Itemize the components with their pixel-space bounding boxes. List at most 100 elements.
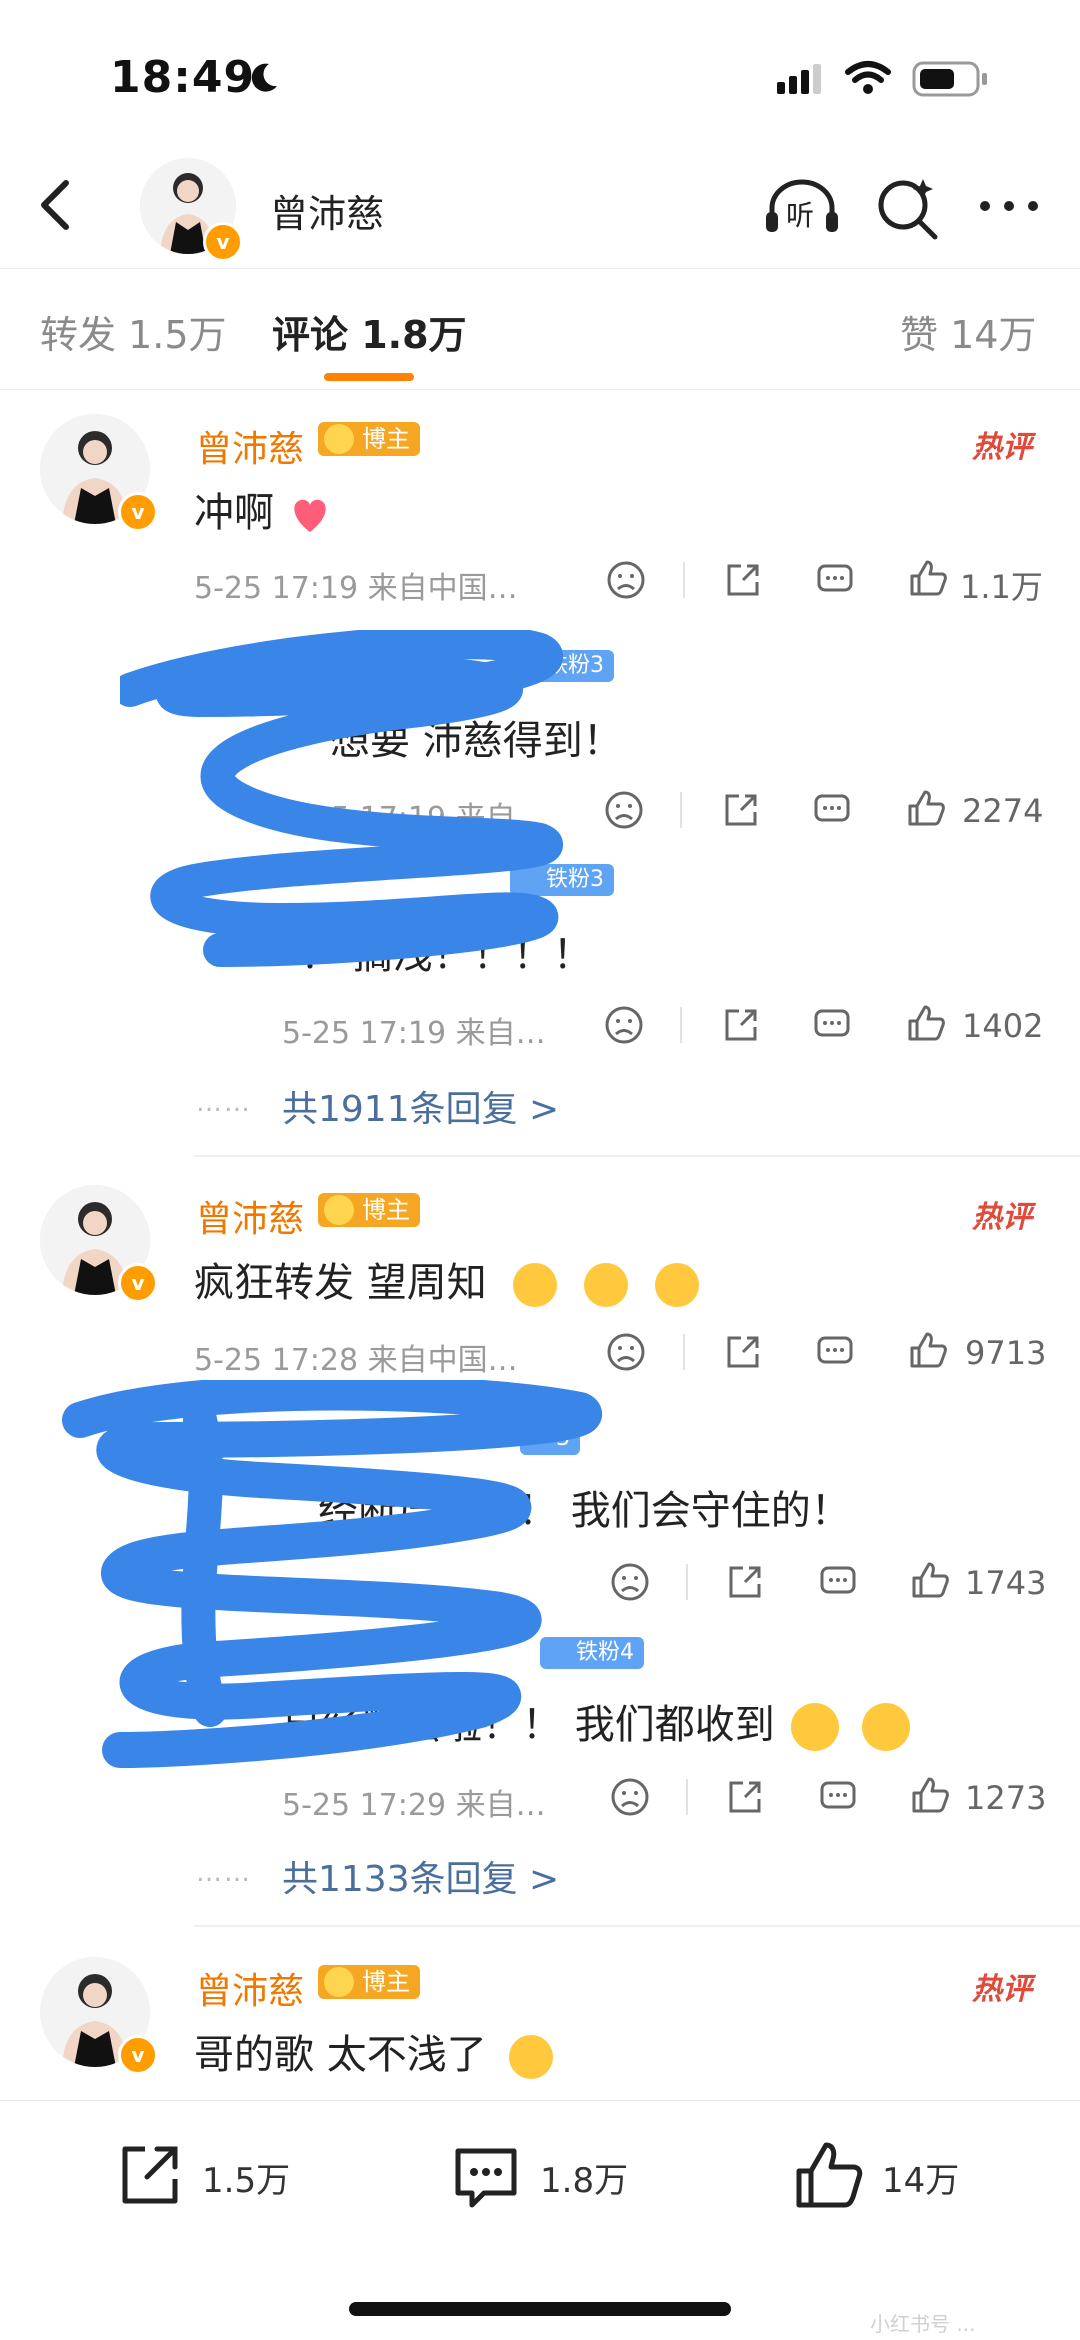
verified-badge: v	[118, 1263, 158, 1303]
share-icon[interactable]	[721, 790, 761, 830]
hug-emoji-icon	[654, 1263, 699, 1307]
comment-text: 疯狂转发 望周知	[194, 1250, 699, 1308]
like-icon[interactable]	[908, 558, 948, 598]
sweat-emoji-icon	[509, 2035, 554, 2079]
dislike-icon[interactable]	[610, 1777, 650, 1817]
reply-meta: 5-25 17:19 来自…	[282, 1016, 546, 1051]
search-icon[interactable]	[875, 175, 941, 241]
role-label: 博主	[362, 1968, 410, 1996]
comment-username[interactable]: 曾沛慈	[196, 1962, 304, 2014]
battery-icon	[912, 60, 990, 98]
back-icon[interactable]	[28, 175, 88, 235]
reply-icon[interactable]	[815, 1332, 855, 1372]
comment-count[interactable]: 1.8万	[540, 2153, 628, 2202]
crown-icon	[324, 1195, 354, 1225]
reply-count-link[interactable]: 共1133条回复 >	[282, 1850, 559, 1902]
dislike-icon[interactable]	[606, 560, 646, 600]
like-count[interactable]: 14万	[882, 2153, 959, 2202]
role-badge: 博主	[318, 1965, 420, 1999]
hug-emoji-icon	[584, 1263, 629, 1307]
reply-icon[interactable]	[812, 1005, 852, 1045]
separator	[686, 1564, 688, 1600]
grin-emoji-icon	[862, 1703, 911, 1751]
heart-icon	[294, 499, 326, 532]
comment-username[interactable]: 曾沛慈	[196, 420, 304, 472]
tab-like[interactable]: 赞 14万	[900, 304, 1036, 359]
verified-badge: v	[203, 222, 243, 262]
tab-comment[interactable]: 评论 1.8万	[272, 304, 467, 359]
dislike-icon[interactable]	[606, 1332, 646, 1372]
separator	[680, 1007, 682, 1043]
separator	[683, 1334, 685, 1370]
share-icon[interactable]	[721, 1005, 761, 1045]
like-icon[interactable]	[906, 788, 946, 828]
comment-meta: 5-25 17:19 来自中国…	[194, 571, 518, 606]
crown-icon	[324, 1967, 354, 1997]
signal-icon	[775, 62, 827, 96]
hot-comment-badge: 热评	[972, 1200, 1032, 1235]
hot-comment-badge: 热评	[972, 430, 1032, 465]
reply-icon[interactable]	[818, 1562, 858, 1602]
dislike-icon[interactable]	[604, 790, 644, 830]
like-count: 1402	[962, 1007, 1044, 1045]
reply-meta: 5-25 17:29 来自…	[282, 1788, 546, 1823]
hug-emoji-icon	[513, 1263, 558, 1307]
comment-icon[interactable]	[450, 2141, 522, 2213]
hot-comment-badge: 热评	[972, 1972, 1032, 2007]
share-icon[interactable]	[723, 560, 763, 600]
watermark: 小红书号 ...	[870, 2312, 976, 2336]
wifi-icon	[845, 60, 891, 96]
comment-divider	[194, 1155, 1080, 1157]
verified-badge: v	[118, 2035, 158, 2075]
reply-count-link[interactable]: 共1911条回复 >	[282, 1080, 559, 1132]
like-icon[interactable]	[908, 1330, 948, 1370]
share-icon[interactable]	[725, 1562, 765, 1602]
header-username[interactable]: 曾沛慈	[270, 183, 384, 238]
listen-label: 听	[786, 199, 815, 232]
like-count: 9713	[965, 1334, 1047, 1372]
grin-emoji-icon	[791, 1703, 840, 1751]
dotted-leader: ……	[196, 1858, 252, 1888]
dislike-icon[interactable]	[604, 1005, 644, 1045]
separator	[680, 792, 682, 828]
tab-active-indicator	[324, 373, 414, 381]
comment-text: 冲啊	[194, 480, 333, 538]
listen-button[interactable]: 听	[762, 178, 842, 238]
like-count: 1.1万	[960, 568, 1043, 606]
comment-meta: 5-25 17:28 来自中国…	[194, 1343, 518, 1378]
moon-icon	[245, 60, 281, 96]
comment-text: 哥的歌 太不浅了	[194, 2022, 554, 2080]
like-count: 1743	[965, 1564, 1047, 1602]
like-count: 2274	[962, 792, 1044, 830]
more-icon[interactable]	[975, 196, 1045, 216]
separator	[683, 562, 685, 598]
like-icon[interactable]	[910, 1560, 950, 1600]
like-icon[interactable]	[793, 2139, 865, 2211]
dotted-leader: ……	[196, 1088, 252, 1118]
redaction-scribble	[62, 1380, 602, 1768]
repost-icon[interactable]	[115, 2141, 183, 2209]
like-icon[interactable]	[910, 1775, 950, 1815]
comment-username[interactable]: 曾沛慈	[196, 1190, 304, 1242]
role-badge: 博主	[318, 1193, 420, 1227]
reply-icon[interactable]	[818, 1777, 858, 1817]
role-badge: 博主	[318, 422, 420, 456]
reply-icon[interactable]	[812, 790, 852, 830]
like-count: 1273	[965, 1779, 1047, 1817]
role-label: 博主	[362, 1196, 410, 1224]
tab-bar: 转发 1.5万 评论 1.8万 赞 14万	[0, 268, 1080, 390]
status-time: 18:49	[110, 52, 256, 103]
share-icon[interactable]	[723, 1332, 763, 1372]
share-icon[interactable]	[725, 1777, 765, 1817]
redaction-scribble	[120, 630, 564, 967]
like-icon[interactable]	[906, 1003, 946, 1043]
role-label: 博主	[362, 425, 410, 453]
repost-count[interactable]: 1.5万	[202, 2153, 290, 2202]
verified-badge: v	[118, 492, 158, 532]
separator	[686, 1779, 688, 1815]
home-indicator[interactable]	[349, 2302, 731, 2316]
crown-icon	[324, 424, 354, 454]
comment-divider	[194, 1925, 1080, 1927]
reply-icon[interactable]	[815, 560, 855, 600]
tab-repost[interactable]: 转发 1.5万	[40, 304, 227, 359]
